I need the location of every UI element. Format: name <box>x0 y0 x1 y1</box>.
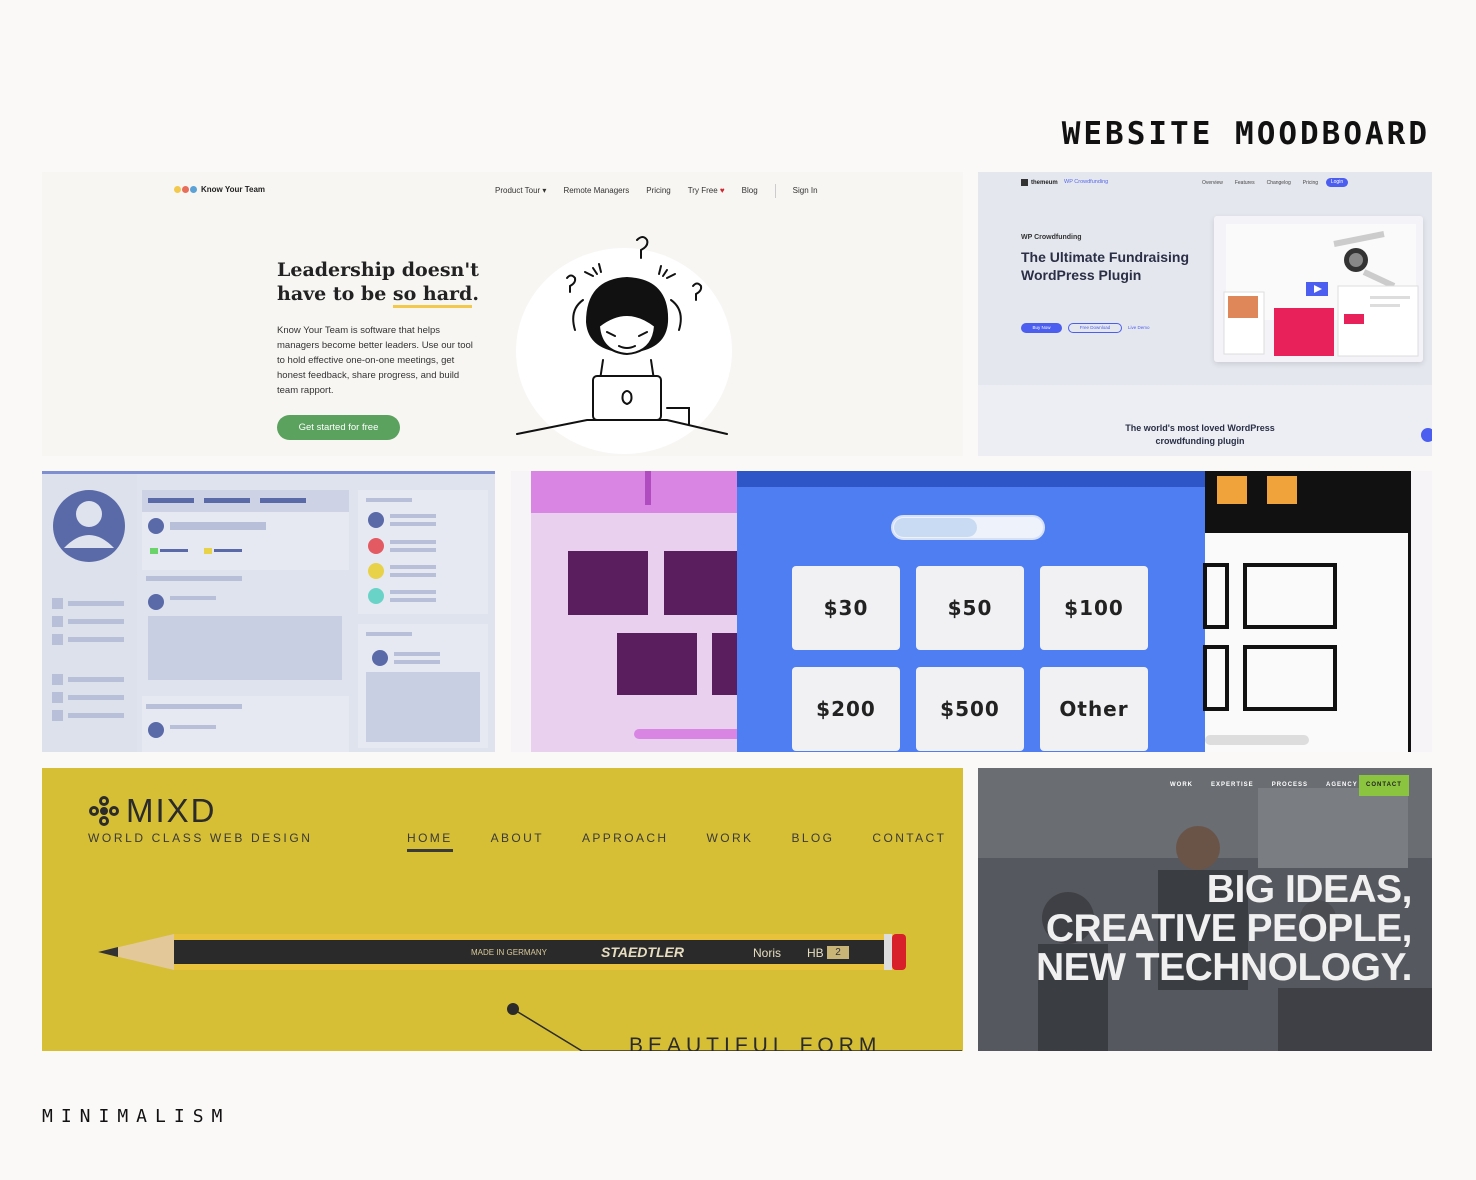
agency-headline-line-3: NEW TECHNOLOGY. <box>1035 946 1413 989</box>
agency-menu-work[interactable]: WORK <box>1170 782 1193 788</box>
amount-500-button[interactable]: $500 <box>916 667 1024 751</box>
kyt-get-started-button[interactable]: Get started for free <box>277 415 400 440</box>
amount-other-button[interactable]: Other <box>1040 667 1148 751</box>
agency-menu-expertise[interactable]: EXPERTISE <box>1211 782 1254 788</box>
pencil-model-label: Noris <box>753 946 782 960</box>
agency-headline: BIG IDEAS, CREATIVE PEOPLE, NEW TECHNOLO… <box>1035 868 1413 989</box>
amount-200-button[interactable]: $200 <box>792 667 900 751</box>
agency-menu-process[interactable]: PROCESS <box>1272 782 1308 788</box>
crowdfunding-eyebrow: WP Crowdfunding <box>1021 234 1082 241</box>
agency-menu: WORK EXPERTISE PROCESS AGENCY <box>1170 782 1358 788</box>
donation-progress-fill <box>894 518 977 537</box>
chat-bubble-icon[interactable] <box>1421 428 1432 442</box>
menu-features[interactable]: Features <box>1235 180 1255 186</box>
amount-30-button[interactable]: $30 <box>792 566 900 650</box>
login-button[interactable]: Login <box>1326 178 1348 187</box>
mixd-caption: BEAUTIFUL FORM <box>629 1034 882 1051</box>
product-breadcrumb[interactable]: WP Crowdfunding <box>1064 179 1108 185</box>
pencil-brand-label: STAEDTLER <box>601 944 684 960</box>
kyt-headline-highlight: so hard <box>392 283 473 308</box>
kyt-logo-icon <box>174 186 197 193</box>
stressed-person-illustration <box>516 236 728 435</box>
moodboard-title: WEBSITE MOODBOARD <box>1061 116 1430 152</box>
crowdfunding-tagline: The world's most loved WordPress crowdfu… <box>1125 423 1275 446</box>
themeum-logo[interactable]: themeum <box>1021 179 1058 186</box>
kyt-headline-period: . <box>472 283 479 305</box>
donation-amount-grid: $30 $50 $100 $200 $500 Other <box>792 566 1148 751</box>
agency-menu-agency[interactable]: AGENCY <box>1326 782 1358 788</box>
kyt-nav-sign-in[interactable]: Sign In <box>793 186 818 198</box>
pencil-illustration <box>98 934 962 1051</box>
wireframe-graphic <box>42 474 488 752</box>
moodboard-theme-label: MINIMALISM <box>42 1106 231 1127</box>
product-mockup-graphic <box>1223 224 1419 357</box>
menu-pricing[interactable]: Pricing <box>1303 180 1318 186</box>
pencil-grade-label: HB <box>807 946 824 960</box>
amount-100-button[interactable]: $100 <box>1040 566 1148 650</box>
free-download-button[interactable]: Free Download <box>1068 323 1122 333</box>
kyt-headline: Leadership doesn't have to be so hard. <box>277 258 507 308</box>
agency-headline-line-2: CREATIVE PEOPLE, <box>1045 907 1413 950</box>
know-your-team-screenshot: Know Your Team Product Tour ▾ Remote Man… <box>42 172 963 456</box>
kyt-nav-remote-managers[interactable]: Remote Managers <box>563 186 629 198</box>
amount-50-button[interactable]: $50 <box>916 566 1024 650</box>
live-demo-link[interactable]: Live Demo <box>1128 323 1150 333</box>
kyt-nav-pricing[interactable]: Pricing <box>646 186 670 198</box>
mixd-screenshot: MIXD WORLD CLASS WEB DESIGN HOME ABOUT A… <box>42 768 963 1051</box>
crowdfunding-menu: Overview Features Changelog Pricing <box>1202 180 1318 186</box>
agency-headline-line-1: BIG IDEAS, <box>1206 868 1413 911</box>
heart-icon: ♥ <box>719 186 725 195</box>
kyt-nav: Product Tour ▾ Remote Managers Pricing T… <box>495 184 818 198</box>
crowdfunding-screenshot: themeum WP Crowdfunding Overview Feature… <box>978 172 1432 456</box>
kyt-nav-product-tour[interactable]: Product Tour ▾ <box>495 186 546 198</box>
themeum-logo-icon <box>1021 179 1028 186</box>
product-mockup <box>1214 216 1423 362</box>
agency-contact-button[interactable]: CONTACT <box>1359 775 1409 796</box>
wireframe-dashboard-screenshot <box>42 471 495 752</box>
kyt-nav-blog[interactable]: Blog <box>742 186 758 198</box>
kyt-logo[interactable]: Know Your Team <box>174 185 265 194</box>
pencil-made-in-label: MADE IN GERMANY <box>471 948 548 957</box>
menu-changelog[interactable]: Changelog <box>1267 180 1291 186</box>
kyt-logo-text: Know Your Team <box>201 185 266 194</box>
themeum-logo-text: themeum <box>1031 180 1058 187</box>
donation-amount-screenshot: $30 $50 $100 $200 $500 Other <box>511 471 1432 752</box>
kyt-nav-try-free[interactable]: Try Free ♥ <box>688 186 725 198</box>
big-ideas-agency-screenshot: WORK EXPERTISE PROCESS AGENCY CONTACT BI… <box>978 768 1432 1051</box>
buy-now-button[interactable]: Buy Now <box>1021 323 1062 333</box>
kyt-description: Know Your Team is software that helps ma… <box>277 325 473 396</box>
kyt-nav-divider <box>774 184 776 198</box>
crowdfunding-headline: The Ultimate Fundraising WordPress Plugi… <box>1021 249 1190 283</box>
menu-overview[interactable]: Overview <box>1202 180 1223 186</box>
kyt-nav-try-free-label: Try Free <box>687 186 718 195</box>
pencil-number-label: 2 <box>827 946 849 959</box>
